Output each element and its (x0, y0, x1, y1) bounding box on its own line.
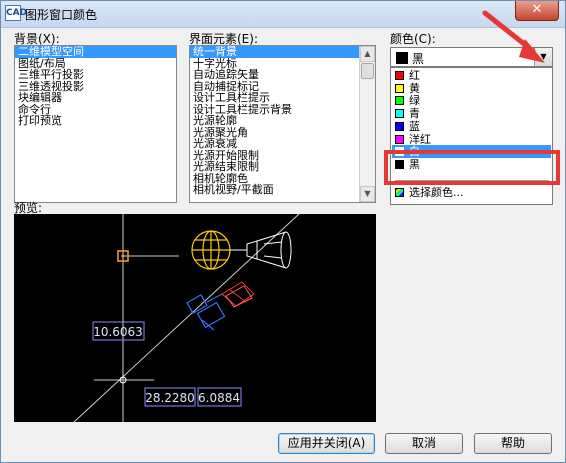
annotation-arrow (482, 10, 545, 63)
color-option[interactable]: 青 (392, 107, 551, 120)
interface-elements-listbox[interactable]: 统一背景 十字光标 自动追踪矢量 自动捕捉标记 设计工具栏提示 设计工具栏提示背景 光源轮廓… (189, 45, 376, 203)
dialog-title: 图形窗口颜色 (25, 8, 98, 22)
interface-element-item[interactable]: 光源衰减 (190, 138, 359, 150)
dim-text-vertical: 10.6063 (93, 325, 143, 339)
select-color-option[interactable]: 选择颜色... (392, 186, 551, 200)
scroll-up-arrow-icon[interactable]: ▲ (360, 46, 375, 62)
context-list-item[interactable]: 二维模型空间 (15, 46, 176, 58)
interface-element-item[interactable]: 光源轮廓 (190, 115, 359, 127)
color-option[interactable]: 红 (392, 69, 551, 82)
context-listbox[interactable]: 二维模型空间 图纸/布局 三维平行投影 三维透视投影 块编辑器 命令行 打印预览 (14, 45, 177, 203)
graphics-window-color-dialog: CAD 图形窗口颜色 ✕ 背景(X): 二维模型空间 图纸/布局 三维平行投影 三维透… (0, 0, 566, 463)
context-list-item[interactable]: 三维平行投影 (15, 69, 176, 81)
camera-frustum-icon (221, 281, 255, 308)
context-list-item[interactable]: 打印预览 (15, 115, 176, 127)
color-swatch-icon (395, 121, 404, 131)
interface-element-item[interactable]: 设计工具栏提示 (190, 92, 359, 104)
select-color-label: 选择颜色... (409, 186, 464, 199)
interface-element-item[interactable]: 光源结束限制 (190, 161, 359, 173)
camera-icon (186, 293, 226, 331)
annotation-highlight-box (384, 150, 560, 185)
dim-text-y: 6.0884 (198, 391, 240, 405)
color-swatch-icon (395, 109, 404, 119)
preview-drawing: 10.6063 28.2280 6.0884 (73, 214, 300, 422)
interface-element-item[interactable]: 自动追踪矢量 (190, 69, 359, 81)
autosnap-center (121, 254, 125, 258)
dim-text-x: 28.2280 (145, 391, 195, 405)
app-icon: CAD (5, 5, 27, 21)
interface-element-item[interactable]: 统一背景 (190, 46, 359, 58)
color-option[interactable]: 洋红 (392, 133, 551, 146)
color-swatch-icon (395, 96, 404, 106)
color-palette-icon (395, 188, 404, 197)
selected-color-swatch (396, 52, 408, 64)
help-button[interactable]: 帮助 (474, 433, 552, 454)
context-list-item[interactable]: 块编辑器 (15, 92, 176, 104)
elements-scrollbar[interactable]: ▲ ▼ (359, 46, 375, 202)
apply-and-close-button[interactable]: 应用并关闭(A) (278, 433, 375, 454)
scroll-down-arrow-icon[interactable]: ▼ (360, 186, 375, 202)
color-label: 颜色(C): (390, 32, 436, 46)
cancel-button[interactable]: 取消 (385, 433, 463, 454)
color-swatch-icon (395, 71, 404, 80)
point-light-globe-icon (191, 230, 231, 270)
interface-element-item[interactable]: 相机视野/平截面 (190, 184, 359, 196)
color-swatch-icon (395, 83, 404, 93)
color-option[interactable]: 蓝 (392, 120, 551, 133)
color-option[interactable]: 黄 (392, 82, 551, 95)
scroll-thumb[interactable] (361, 63, 374, 79)
preview-canvas: 10.6063 28.2280 6.0884 (14, 214, 376, 422)
selected-color-value: 黑 (412, 52, 425, 66)
color-swatch-icon (395, 134, 404, 144)
color-option[interactable]: 绿 (392, 94, 551, 107)
